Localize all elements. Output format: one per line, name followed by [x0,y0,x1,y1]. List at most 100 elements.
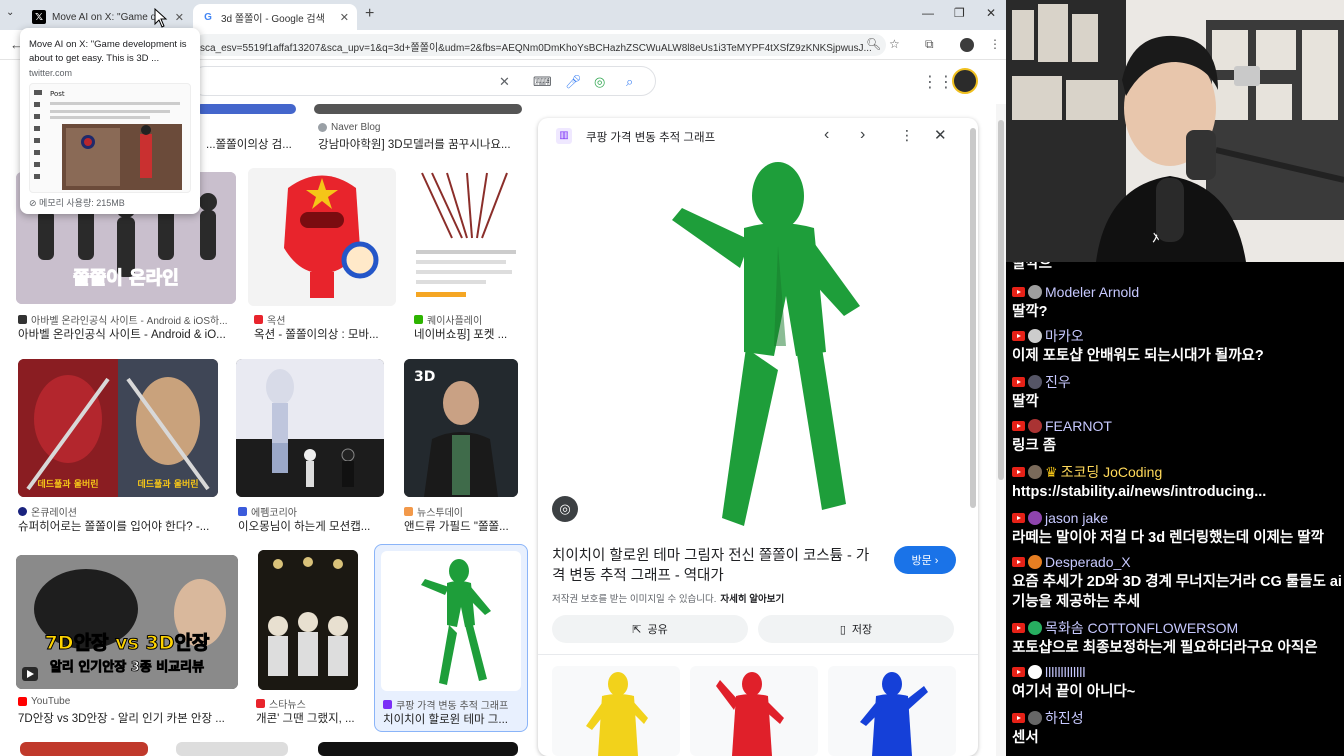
tab-search-dropdown-icon[interactable]: ⌄ [6,7,14,18]
result-thumbnail-green-suit[interactable] [381,551,521,691]
lens-camera-icon[interactable]: ◎ [594,74,605,90]
chat-username: Desperado_X [1012,552,1342,572]
thumb-youtube-line2: 알리 인기안장 3종 비교리뷰 [50,659,204,675]
chat-message: jason jake 라떼는 말이야 저걸 다 3d 렌더링했는데 이제는 딸깍 [1012,508,1342,548]
youtube-icon [1012,557,1025,567]
result-source: 옥션 [254,312,285,327]
apps-grid-icon[interactable]: ⋮⋮ [922,72,954,92]
result-caption[interactable]: 치이치이 할로윈 테마 그... [383,711,523,727]
result-thumbnail[interactable] [20,742,148,756]
result-source: 쿠팡 가격 변동 추적 그래프 [383,697,508,712]
result-thumbnail-product[interactable] [412,168,520,308]
close-tab-icon[interactable]: ✕ [340,11,349,24]
youtube-icon [1012,331,1025,341]
related-image-yellow[interactable] [552,666,680,756]
result-thumbnail-youtube[interactable]: 7D안장 vs 3D안장 알리 인기안장 3종 비교리뷰 [16,555,238,689]
result-thumbnail-red-mask[interactable] [248,168,396,306]
chat-text: 딸깍? [1012,304,1048,320]
source-favicon-icon [238,507,247,516]
address-bar[interactable]: sca_esv=5519f1affaf13207&sca_upv=1&q=3d+… [194,34,886,56]
chat-username: FEARNOT [1012,416,1342,436]
previous-image-icon[interactable]: ‹ [824,126,829,144]
restore-icon[interactable]: ❐ [954,6,965,20]
result-thumbnail[interactable] [176,742,288,756]
search-input[interactable]: ✕ ⌨ 🎤︎ ◎ ⌕ [190,66,656,96]
profile-avatar[interactable] [960,38,974,52]
result-caption[interactable]: 슈퍼히어로는 쫄쫄이를 입어야 한다? -... [18,518,218,534]
learn-more-link[interactable]: 자세히 알아보기 [720,594,784,605]
visit-button[interactable]: 방문 › [894,546,956,574]
chat-username: 하진성 [1012,708,1342,728]
result-caption[interactable]: 7D안장 vs 3D안장 - 알리 인기 카본 안장 ... [18,710,234,726]
result-source: 아바벨 온라인공식 사이트 - Android & iOS하... [18,312,234,327]
product-title[interactable]: 치이치이 할로윈 테마 그림자 전신 쫄쫄이 코스튬 - 가격 변동 추적 그래… [552,546,882,586]
account-avatar[interactable] [952,68,978,94]
chat-username: lllllllllllll [1012,662,1342,682]
result-caption[interactable]: 옥션 - 쫄쫄이의상 : 모바... [254,326,394,342]
result-thumbnail-mocap[interactable] [236,359,384,497]
search-icon[interactable]: ⌕ [626,74,633,90]
result-caption[interactable]: ...쫄쫄이의상 검... [206,136,296,152]
result-caption[interactable]: 이오몽님이 하는게 모션캡... [238,518,384,534]
panel-scrollbar[interactable] [970,128,976,508]
chat-text: 링크 좀 [1012,438,1057,454]
result-caption[interactable]: 강남마야학원] 3D모델러를 꿈꾸시나요... [318,136,518,152]
result-thumbnail[interactable] [196,104,296,114]
mouse-cursor-icon [154,8,168,28]
result-caption[interactable]: 네이버쇼핑] 포켓 ... [414,326,518,342]
result-source: 퀘이사플레이 [414,312,482,327]
poster-label: 데드풀과 울버린 [137,478,198,490]
microphone-icon[interactable]: 🎤︎ [565,74,582,90]
close-window-icon[interactable]: ✕ [986,6,996,20]
related-image-red[interactable] [690,666,818,756]
tab-google-search[interactable]: G 3d 쫄쫄이 - Google 검색 ✕ [193,4,357,30]
crown-icon: ♛ [1045,463,1058,480]
panel-header: ▥ 쿠팡 가격 변동 추적 그래프 ‹ › ⋮ ✕ [538,118,978,154]
thumb-youtube-line1: 7D안장 vs 3D안장 [45,632,210,654]
result-caption[interactable]: 앤드류 가필드 "쫄쫄... [404,518,518,534]
youtube-icon [1012,667,1025,677]
result-caption[interactable]: 개콘' 그땐 그랬지, ... [256,710,362,726]
minimize-icon[interactable]: — [922,6,934,20]
google-g-icon: G [204,11,212,23]
more-options-icon[interactable]: ⋮ [900,127,914,144]
result-caption[interactable]: 아바벨 온라인공식 사이트 - Android & iO... [18,326,234,342]
save-button[interactable]: ▯ 저장 [758,615,954,643]
hover-card-preview: Post [29,83,191,193]
chat-text: 여기서 끝이 아니다~ [1012,684,1136,700]
keyboard-icon[interactable]: ⌨ [533,74,552,90]
result-thumbnail-comedy[interactable] [258,550,358,690]
source-favicon-icon [383,700,392,709]
new-tab-button[interactable]: + [365,5,374,23]
screen: ⌄ 𝕏 Move AI on X: "Game devel ✕ G 3d 쫄쫄이… [0,0,1344,756]
selected-result-card[interactable]: 쿠팡 가격 변동 추적 그래프 치이치이 할로윈 테마 그... [374,544,528,732]
zoom-icon[interactable]: 🔍︎ [866,37,881,51]
close-panel-icon[interactable]: ✕ [934,126,947,144]
next-image-icon[interactable]: › [860,126,865,144]
lens-search-icon[interactable]: ◎ [552,496,578,522]
chat-username: jason jake [1012,508,1342,528]
bookmark-icon: ▯ [839,623,846,636]
result-thumbnail-actor[interactable]: 3D [404,359,518,497]
chat-message: Desperado_X 요즘 추세가 2D와 3D 경계 무너지는거라 CG 툴… [1012,552,1342,612]
menu-kebab-icon[interactable]: ⋮ [989,37,1001,51]
youtube-icon [1012,513,1025,523]
bookmark-star-icon[interactable]: ☆ [889,37,900,51]
share-button[interactable]: ⇱ 공유 [552,615,748,643]
youtube-icon [1012,623,1025,633]
avatar [1028,555,1042,569]
preview-image-green-suit[interactable] [564,156,942,534]
close-tab-icon[interactable]: ✕ [175,11,184,24]
page-scrollbar-thumb[interactable] [998,120,1004,480]
chat-text: 이제 포토샵 안배워도 되는시대가 될까요? [1012,348,1264,364]
result-source: 스타뉴스 [256,696,306,711]
avatar [1028,621,1042,635]
clear-search-icon[interactable]: ✕ [499,74,510,90]
extensions-icon[interactable]: ⧉ [925,37,934,52]
related-image-blue[interactable] [828,666,956,756]
result-thumbnail-poster[interactable]: 데드풀과 울버린 데드풀과 울버린 [18,359,218,497]
result-thumbnail[interactable] [318,742,518,756]
result-thumbnail[interactable] [314,104,522,114]
source-favicon-icon [18,315,27,324]
source-favicon-icon [414,315,423,324]
